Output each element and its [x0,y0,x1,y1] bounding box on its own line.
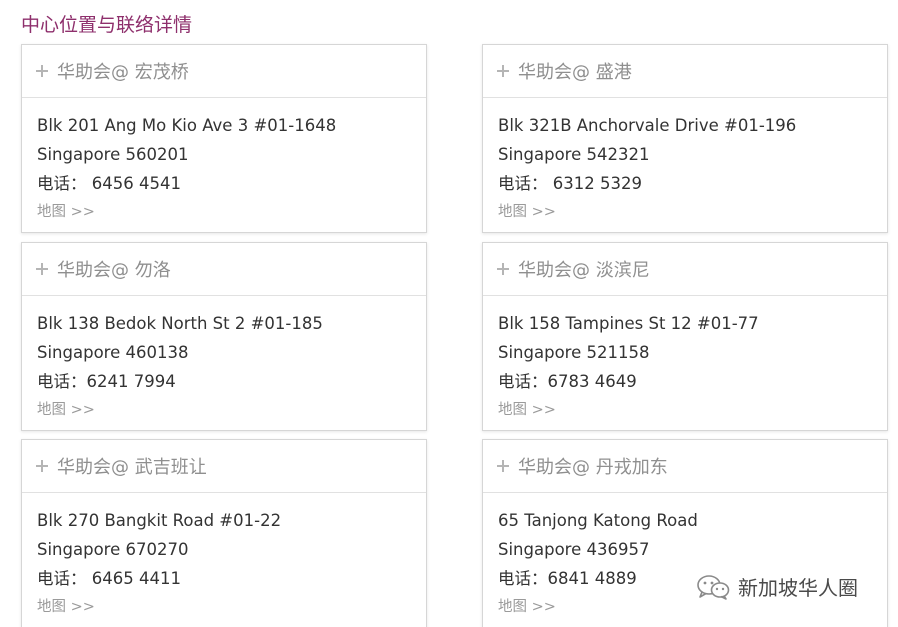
phone-line: 电话：6241 7994 [37,372,176,391]
map-link[interactable]: 地图 >> [498,593,556,622]
address-line: 65 Tanjong Katong Road [498,511,698,530]
card-header[interactable]: 华助会@ 勿洛 [22,243,426,296]
address-line: Blk 138 Bedok North St 2 #01-185 [37,314,323,333]
postal-line: Singapore 460138 [37,343,189,362]
postal-line: Singapore 670270 [37,540,189,559]
phone-line: 电话：6783 4649 [498,372,637,391]
card-header[interactable]: 华助会@ 盛港 [483,45,887,98]
watermark-text: 新加坡华人圈 [738,576,858,600]
postal-line: Singapore 560201 [37,145,189,164]
section-title: 中心位置与联络详情 [21,14,193,36]
card-body: Blk 158 Tampines St 12 #01-77 Singapore … [483,296,887,425]
plus-icon [36,263,48,275]
card-title: 华助会@ 勿洛 [57,260,171,281]
page: 中心位置与联络详情 华助会@ 宏茂桥 Blk 201 Ang Mo Kio Av… [0,0,898,627]
card-header[interactable]: 华助会@ 宏茂桥 [22,45,426,98]
center-card-ang-mo-kio: 华助会@ 宏茂桥 Blk 201 Ang Mo Kio Ave 3 #01-16… [21,44,427,233]
address-line: Blk 270 Bangkit Road #01-22 [37,511,282,530]
card-title: 华助会@ 丹戎加东 [518,457,668,478]
postal-line: Singapore 436957 [498,540,650,559]
card-title: 华助会@ 淡滨尼 [518,260,650,281]
card-header[interactable]: 华助会@ 淡滨尼 [483,243,887,296]
card-header[interactable]: 华助会@ 武吉班让 [22,440,426,493]
map-link[interactable]: 地图 >> [37,198,95,227]
map-link[interactable]: 地图 >> [498,198,556,227]
card-body: Blk 201 Ang Mo Kio Ave 3 #01-1648 Singap… [22,98,426,227]
center-card-bedok: 华助会@ 勿洛 Blk 138 Bedok North St 2 #01-185… [21,242,427,431]
card-body: Blk 138 Bedok North St 2 #01-185 Singapo… [22,296,426,425]
card-title: 华助会@ 宏茂桥 [57,62,189,83]
map-link[interactable]: 地图 >> [37,396,95,425]
address-line: Blk 201 Ang Mo Kio Ave 3 #01-1648 [37,116,337,135]
card-body: Blk 321B Anchorvale Drive #01-196 Singap… [483,98,887,227]
plus-icon [497,263,509,275]
phone-line: 电话： 6456 4541 [37,174,181,193]
card-title: 华助会@ 武吉班让 [57,457,207,478]
center-card-tampines: 华助会@ 淡滨尼 Blk 158 Tampines St 12 #01-77 S… [482,242,888,431]
center-card-sengkang: 华助会@ 盛港 Blk 321B Anchorvale Drive #01-19… [482,44,888,233]
postal-line: Singapore 542321 [498,145,650,164]
phone-line: 电话： 6465 4411 [37,569,181,588]
card-body: Blk 270 Bangkit Road #01-22 Singapore 67… [22,493,426,622]
plus-icon [36,460,48,472]
wechat-icon [697,574,730,600]
plus-icon [497,460,509,472]
address-line: Blk 321B Anchorvale Drive #01-196 [498,116,797,135]
center-card-bukit-panjang: 华助会@ 武吉班让 Blk 270 Bangkit Road #01-22 Si… [21,439,427,627]
phone-line: 电话： 6312 5329 [498,174,642,193]
plus-icon [497,65,509,77]
wechat-watermark: 新加坡华人圈 [696,572,858,601]
map-link[interactable]: 地图 >> [37,593,95,622]
postal-line: Singapore 521158 [498,343,650,362]
address-line: Blk 158 Tampines St 12 #01-77 [498,314,759,333]
plus-icon [36,65,48,77]
card-body: 65 Tanjong Katong Road Singapore 436957 … [483,493,887,622]
card-title: 华助会@ 盛港 [518,62,632,83]
map-link[interactable]: 地图 >> [498,396,556,425]
card-header[interactable]: 华助会@ 丹戎加东 [483,440,887,493]
